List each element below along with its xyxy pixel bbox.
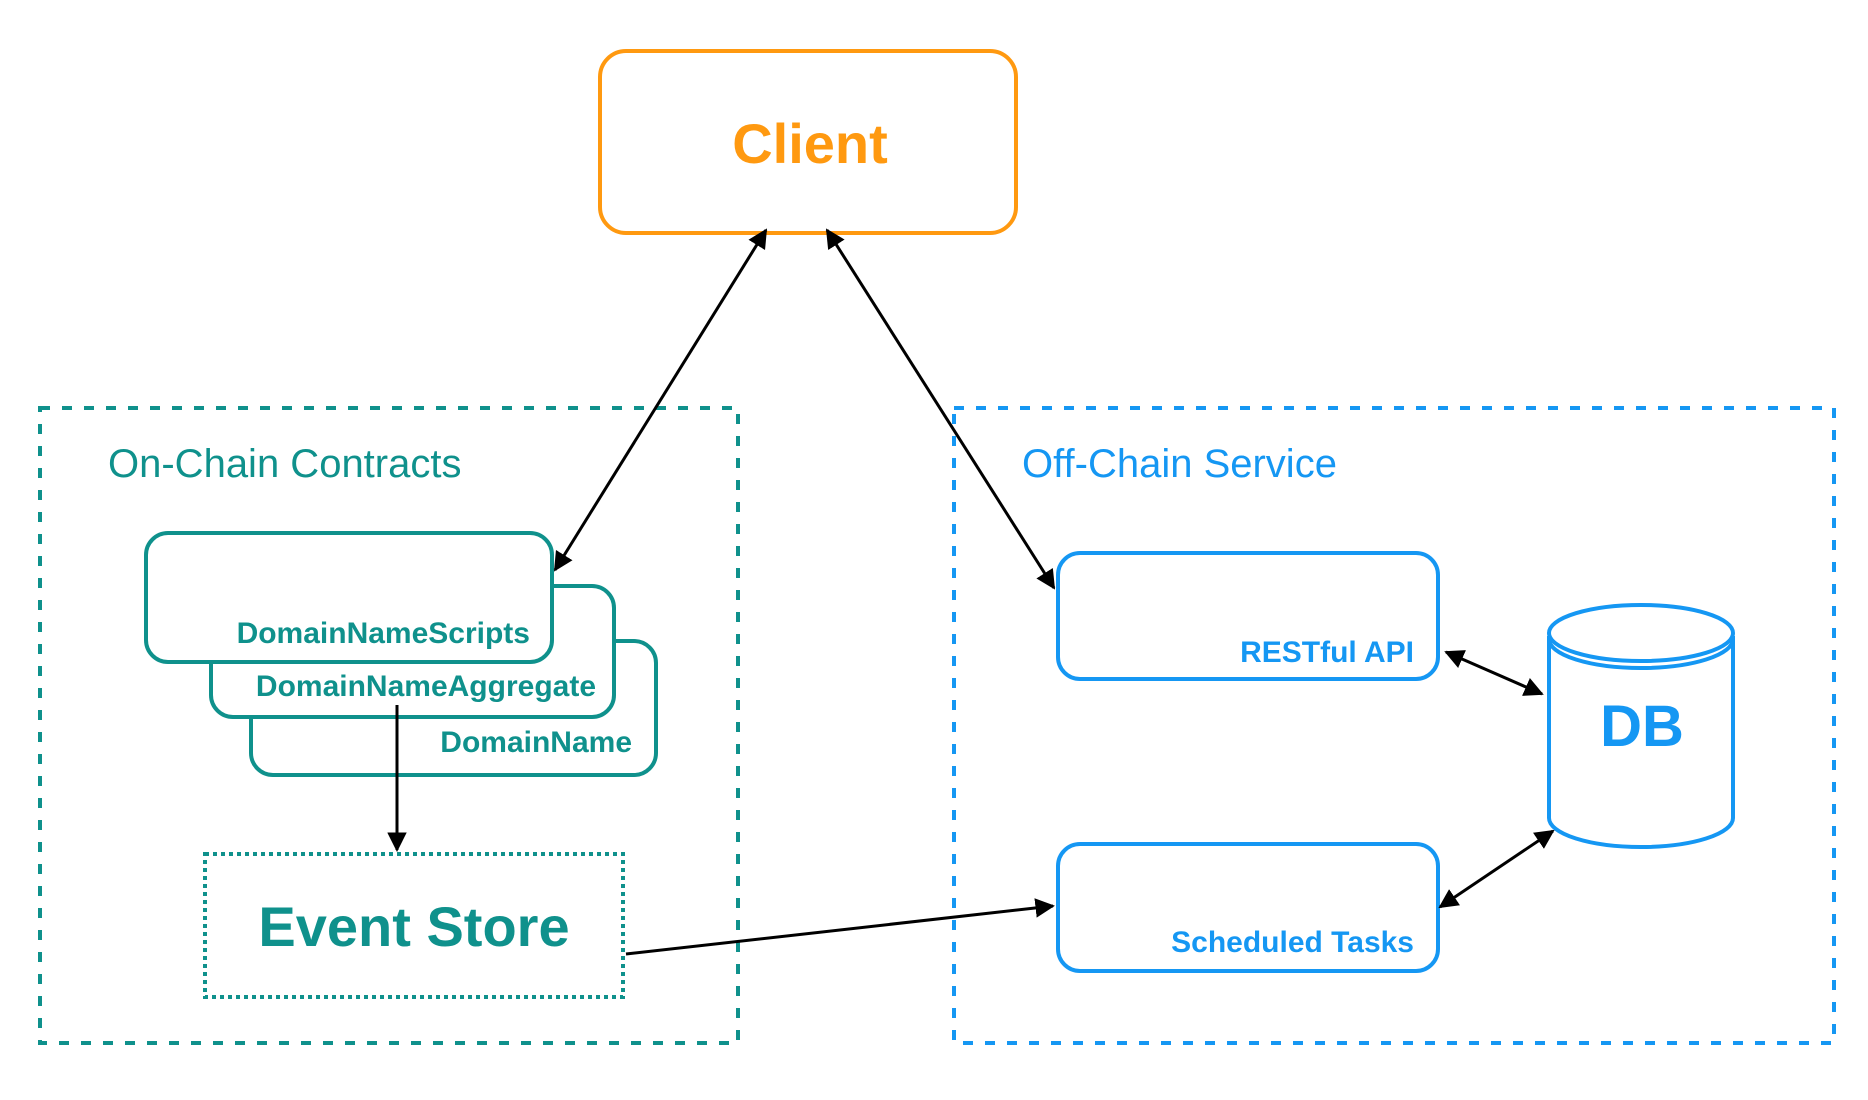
domain-name-aggregate-label: DomainNameAggregate bbox=[256, 670, 596, 703]
db-label: DB bbox=[1600, 694, 1684, 759]
arrow-restful-db bbox=[1444, 650, 1544, 696]
restful-api-node[interactable]: RESTful API bbox=[1056, 551, 1440, 681]
arrow-eventstore-scheduled bbox=[625, 898, 1055, 956]
restful-api-label: RESTful API bbox=[1240, 636, 1414, 669]
event-store-label: Event Store bbox=[258, 895, 569, 958]
domain-name-scripts-label: DomainNameScripts bbox=[237, 617, 530, 650]
off-chain-container: Off-Chain Service RESTful API Scheduled … bbox=[952, 406, 1836, 1045]
architecture-diagram: Client On-Chain Contracts DomainName Dom… bbox=[38, 49, 1836, 1045]
on-chain-title: On-Chain Contracts bbox=[108, 442, 461, 486]
db-node[interactable]: DB bbox=[1547, 603, 1735, 849]
event-store-node[interactable]: Event Store bbox=[203, 852, 625, 999]
scheduled-tasks-node[interactable]: Scheduled Tasks bbox=[1056, 842, 1440, 973]
scheduled-tasks-label: Scheduled Tasks bbox=[1171, 926, 1414, 959]
arrow-client-restful bbox=[825, 228, 1056, 590]
client-node[interactable]: Client bbox=[598, 49, 1018, 235]
arrow-client-scripts bbox=[553, 228, 768, 572]
arrow-scheduled-db bbox=[1438, 829, 1555, 909]
domain-name-label: DomainName bbox=[440, 726, 632, 759]
db-cylinder-top bbox=[1547, 603, 1735, 663]
on-chain-container: On-Chain Contracts DomainName DomainName… bbox=[38, 406, 740, 1045]
contract-domain-name-scripts[interactable]: DomainNameScripts bbox=[144, 531, 554, 664]
off-chain-title: Off-Chain Service bbox=[1022, 442, 1337, 486]
client-label: Client bbox=[732, 112, 888, 175]
